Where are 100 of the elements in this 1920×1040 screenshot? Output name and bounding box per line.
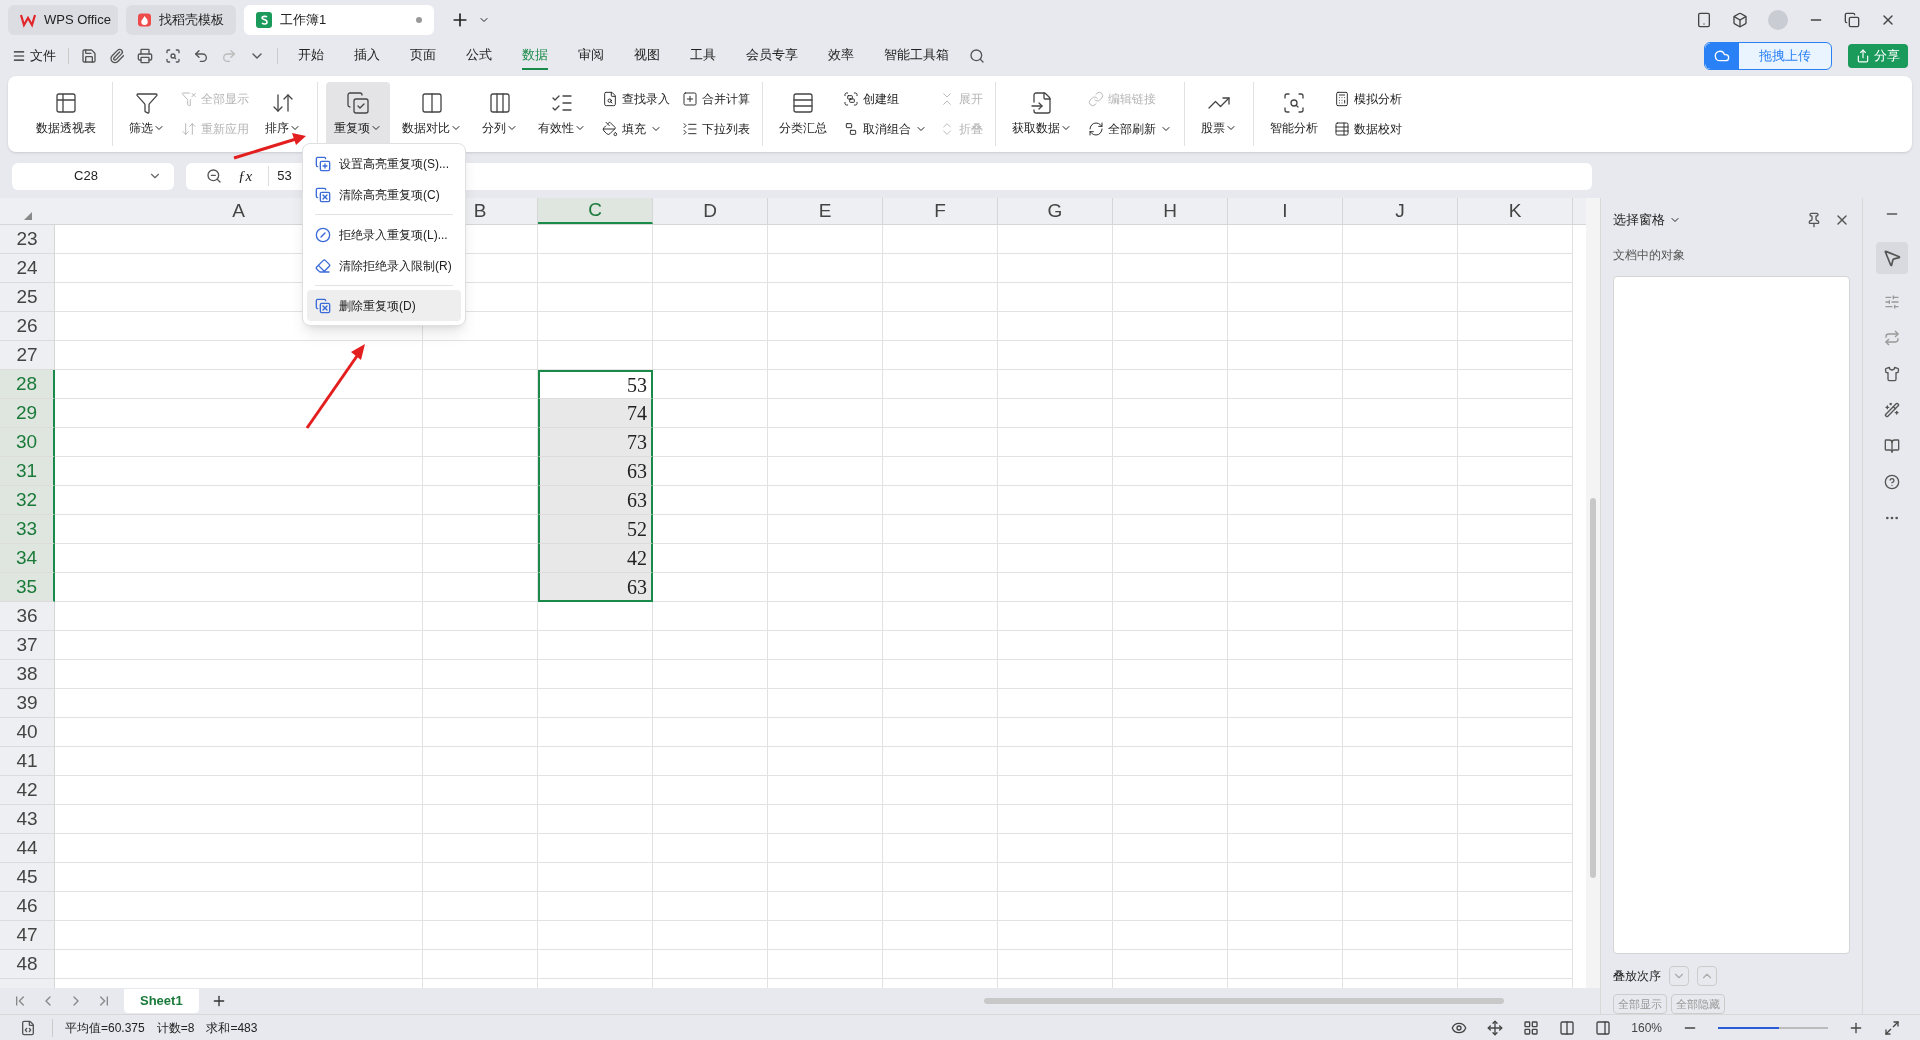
row-header[interactable]: 27	[0, 341, 55, 370]
row-header[interactable]: 24	[0, 254, 55, 283]
sheet-tab[interactable]: Sheet1	[124, 989, 199, 1013]
cube-icon[interactable]	[1732, 12, 1748, 28]
row-header[interactable]: 28	[0, 370, 55, 399]
column-header[interactable]: D	[653, 198, 768, 224]
menu-tab[interactable]: 视图	[634, 42, 660, 70]
menu-tab[interactable]: 审阅	[578, 42, 604, 70]
menu-tab[interactable]: 工具	[690, 42, 716, 70]
help-icon[interactable]	[1883, 474, 1900, 490]
pane-title[interactable]: 选择窗格	[1613, 210, 1665, 230]
row-header[interactable]: 30	[0, 428, 55, 457]
ribbon-small-button[interactable]: 下拉列表	[678, 116, 754, 142]
upload-button[interactable]: 拖拽上传	[1704, 42, 1832, 70]
row-header[interactable]: 25	[0, 283, 55, 312]
menu-tab[interactable]: 会员专享	[746, 42, 798, 70]
ribbon-button[interactable]: 获取数据	[1004, 82, 1080, 146]
ribbon-small-button[interactable]: 全部刷新	[1084, 116, 1176, 142]
ribbon-small-button[interactable]: 数据校对	[1330, 116, 1406, 142]
row-header[interactable]: 46	[0, 892, 55, 921]
book-search-icon[interactable]	[1883, 438, 1900, 454]
menu-tab[interactable]: 插入	[354, 42, 380, 70]
row-header[interactable]: 23	[0, 225, 55, 254]
menu-item[interactable]: 清除拒绝录入限制(R)	[307, 250, 461, 281]
menu-item[interactable]: 设置高亮重复项(S)...	[307, 148, 461, 179]
row-header[interactable]: 47	[0, 921, 55, 950]
column-header[interactable]: I	[1228, 198, 1343, 224]
column-header[interactable]: K	[1458, 198, 1573, 224]
ribbon-small-button[interactable]: 填充	[598, 116, 674, 142]
move-icon[interactable]	[1487, 1019, 1504, 1036]
app-tab[interactable]: WPS Office	[8, 5, 118, 35]
column-header[interactable]: H	[1113, 198, 1228, 224]
app-tab[interactable]: 工作簿1	[244, 5, 434, 35]
row-header[interactable]: 37	[0, 631, 55, 660]
search-icon[interactable]	[969, 48, 985, 64]
row-header[interactable]: 34	[0, 544, 55, 573]
app-tab[interactable]: 找稻壳模板	[126, 5, 236, 35]
ribbon-small-button[interactable]: 模拟分析	[1330, 86, 1406, 112]
ribbon-small-button[interactable]: 查找录入	[598, 86, 674, 112]
ribbon-button[interactable]: 排序	[257, 82, 309, 146]
ribbon-button[interactable]: 重复项	[326, 82, 390, 146]
row-header[interactable]: 45	[0, 863, 55, 892]
share-button[interactable]: 分享	[1848, 44, 1908, 68]
split-view-icon[interactable]	[1595, 1019, 1612, 1036]
row-header[interactable]: 35	[0, 573, 55, 602]
ribbon-button[interactable]: 筛选	[121, 82, 173, 146]
save-icon[interactable]	[81, 48, 97, 64]
preview-icon[interactable]	[165, 48, 181, 64]
sliders-icon[interactable]	[1883, 294, 1900, 310]
row-header[interactable]: 38	[0, 660, 55, 689]
row-header[interactable]: 36	[0, 602, 55, 631]
fullscreen-icon[interactable]	[1884, 1019, 1900, 1036]
zoom-out-icon[interactable]	[206, 168, 222, 184]
shirt-icon[interactable]	[1883, 366, 1900, 382]
menu-tab[interactable]: 开始	[298, 42, 324, 70]
row-header[interactable]: 41	[0, 747, 55, 776]
page-view-icon[interactable]	[1559, 1019, 1576, 1036]
row-header[interactable]: 32	[0, 486, 55, 515]
menu-item[interactable]: 删除重复项(D)	[307, 290, 461, 321]
name-box[interactable]: C28	[12, 162, 174, 190]
row-header[interactable]: 43	[0, 805, 55, 834]
column-header[interactable]: G	[998, 198, 1113, 224]
file-menu[interactable]: 文件	[12, 46, 68, 66]
menu-tab[interactable]: 公式	[466, 42, 492, 70]
menu-tab[interactable]: 数据	[522, 42, 548, 70]
function-icon[interactable]: ƒx	[238, 164, 253, 188]
device-icon[interactable]	[1696, 12, 1712, 28]
macro-icon[interactable]	[20, 1019, 36, 1036]
row-header[interactable]: 26	[0, 312, 55, 341]
formula-field[interactable]: 53	[268, 166, 292, 186]
row-header[interactable]: 44	[0, 834, 55, 863]
row-header[interactable]: 42	[0, 776, 55, 805]
ribbon-button[interactable]: 有效性	[530, 82, 594, 146]
row-header[interactable]: 31	[0, 457, 55, 486]
menu-tab[interactable]: 效率	[828, 42, 854, 70]
ribbon-button[interactable]: 智能分析	[1262, 82, 1326, 146]
pin-icon[interactable]	[1806, 211, 1822, 228]
row-header[interactable]: 40	[0, 718, 55, 747]
print-icon[interactable]	[137, 48, 153, 64]
row-header[interactable]: 48	[0, 950, 55, 979]
restore-icon[interactable]	[1844, 12, 1860, 28]
undo-icon[interactable]	[193, 48, 209, 64]
clip-icon[interactable]	[109, 48, 125, 64]
ribbon-button[interactable]: 分类汇总	[771, 82, 835, 146]
ribbon-small-button[interactable]: 取消组合	[839, 116, 931, 142]
ribbon-button[interactable]: 分列	[474, 82, 526, 146]
menu-tab[interactable]: 智能工具箱	[884, 42, 949, 70]
vertical-scrollbar[interactable]	[1586, 198, 1600, 988]
ribbon-small-button[interactable]: 合并计算	[678, 86, 754, 112]
column-header[interactable]: E	[768, 198, 883, 224]
row-header[interactable]: 39	[0, 689, 55, 718]
ribbon-button[interactable]: 数据透视表	[28, 82, 104, 146]
ribbon-button[interactable]: 数据对比	[394, 82, 470, 146]
ribbon-button[interactable]: 股票	[1193, 82, 1245, 146]
zoom-level[interactable]: 160%	[1631, 1018, 1662, 1037]
column-header[interactable]: F	[883, 198, 998, 224]
menu-tab[interactable]: 页面	[410, 42, 436, 70]
normal-view-icon[interactable]	[1523, 1019, 1540, 1036]
column-header[interactable]: C	[538, 198, 653, 224]
row-header[interactable]: 29	[0, 399, 55, 428]
